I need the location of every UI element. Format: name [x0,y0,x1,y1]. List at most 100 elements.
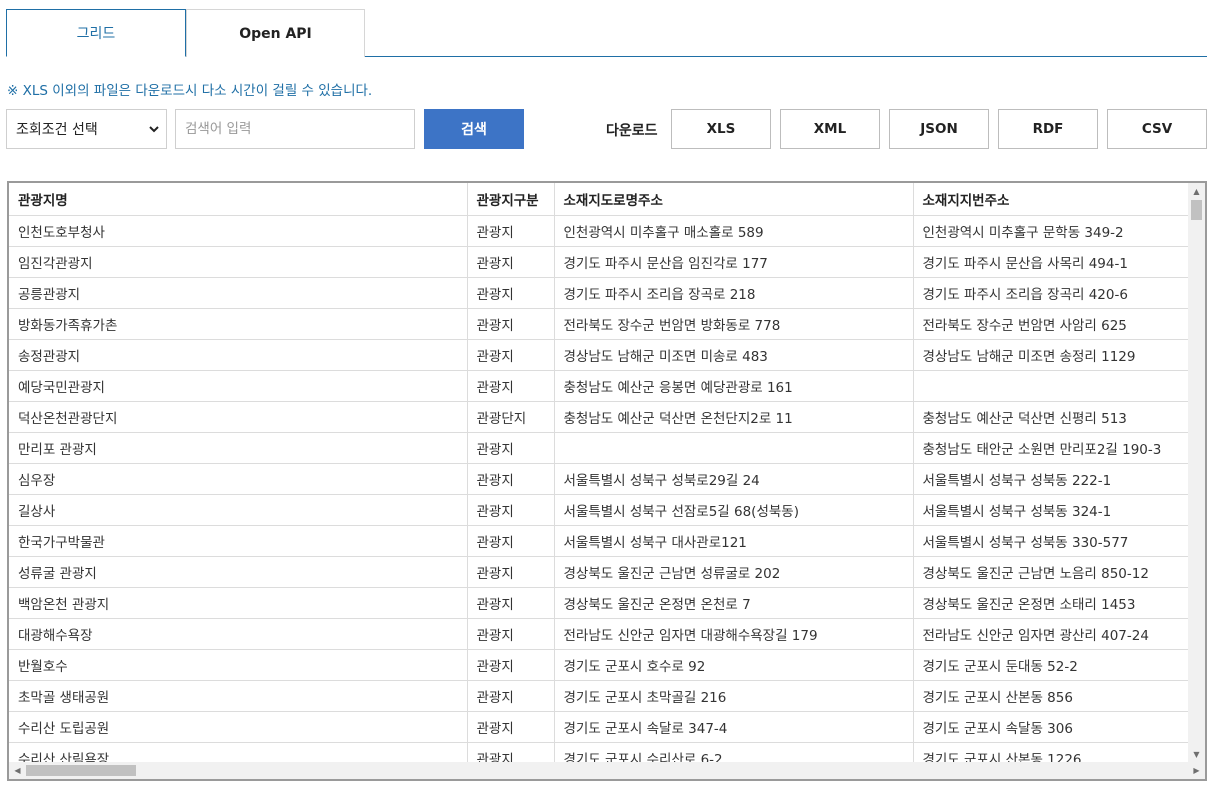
cell-type: 관광지 [467,339,555,371]
cell-name: 길상사 [9,494,468,526]
cell-road-address: 경기도 파주시 조리읍 장곡로 218 [554,277,914,309]
tab-grid[interactable]: 그리드 [6,9,186,57]
cell-name: 임진각관광지 [9,246,468,278]
download-xls-button[interactable]: XLS [671,109,771,149]
column-header-road-address[interactable]: 소재지도로명주소 [554,183,914,216]
cell-road-address: 서울특별시 성북구 선잠로5길 68(성북동) [554,494,914,526]
cell-lot-address: 경기도 군포시 속달동 306 [913,711,1190,743]
cell-type: 관광지 [467,711,555,743]
horizontal-scroll-thumb[interactable] [26,765,136,776]
table-row[interactable]: 덕산온천관광단지 관광단지 충청남도 예산군 덕산면 온천단지2로 11 충청남도 예… [9,401,1190,433]
cell-lot-address: 경상북도 울진군 근남면 노음리 850-12 [913,556,1190,588]
table-row[interactable]: 성류굴 관광지 관광지 경상북도 울진군 근남면 성류굴로 202 경상북도 울진군 … [9,556,1190,588]
cell-lot-address: 전라북도 장수군 번암면 사암리 625 [913,308,1190,340]
scroll-left-icon[interactable]: ◀ [9,762,26,779]
cell-lot-address: 경기도 군포시 둔대동 52-2 [913,649,1190,681]
data-grid: 관광지명 관광지구분 소재지도로명주소 소재지지번주소 인천도호부청사 관광지 인천… [7,181,1207,781]
cell-type: 관광지 [467,618,555,650]
cell-type: 관광지 [467,432,555,464]
cell-road-address: 경기도 군포시 호수로 92 [554,649,914,681]
cell-type: 관광지 [467,556,555,588]
cell-road-address: 경상북도 울진군 온정면 온천로 7 [554,587,914,619]
cell-lot-address [913,370,1190,402]
cell-type: 관광지 [467,680,555,712]
cell-lot-address: 인천광역시 미추홀구 문학동 349-2 [913,215,1190,247]
table-row[interactable]: 송정관광지 관광지 경상남도 남해군 미조면 미송로 483 경상남도 남해군 미조면… [9,339,1190,371]
tab-open-api[interactable]: Open API [186,9,365,57]
column-header-name[interactable]: 관광지명 [9,183,468,216]
cell-lot-address: 경기도 군포시 산본동 856 [913,680,1190,712]
table-row[interactable]: 대광해수욕장 관광지 전라남도 신안군 임자면 대광해수욕장길 179 전라남도 신안… [9,618,1190,650]
cell-lot-address: 서울특별시 성북구 성북동 324-1 [913,494,1190,526]
cell-name: 만리포 관광지 [9,432,468,464]
table-row[interactable]: 예당국민관광지 관광지 충청남도 예산군 응봉면 예당관광로 161 [9,370,1190,402]
horizontal-scrollbar[interactable]: ◀ ▶ [9,762,1205,779]
cell-name: 송정관광지 [9,339,468,371]
table-row[interactable]: 만리포 관광지 관광지 충청남도 태안군 소원면 만리포2길 190-3 [9,432,1190,464]
table-row[interactable]: 수리산 도립공원 관광지 경기도 군포시 속달로 347-4 경기도 군포시 속달동 … [9,711,1190,743]
cell-name: 공릉관광지 [9,277,468,309]
scroll-right-icon[interactable]: ▶ [1188,762,1205,779]
cell-name: 수리산 도립공원 [9,711,468,743]
scroll-up-icon[interactable]: ▲ [1188,183,1205,200]
table-row[interactable]: 백암온천 관광지 관광지 경상북도 울진군 온정면 온천로 7 경상북도 울진군 온정… [9,587,1190,619]
cell-type: 관광지 [467,494,555,526]
cell-type: 관광지 [467,370,555,402]
table-body: 인천도호부청사 관광지 인천광역시 미추홀구 매소홀로 589 인천광역시 미추홀구 … [9,215,1190,774]
cell-name: 인천도호부청사 [9,215,468,247]
cell-type: 관광지 [467,649,555,681]
column-header-type[interactable]: 관광지구분 [467,183,555,216]
search-input[interactable] [175,109,415,149]
download-rdf-button[interactable]: RDF [998,109,1098,149]
cell-road-address: 경상남도 남해군 미조면 미송로 483 [554,339,914,371]
cell-lot-address: 서울특별시 성북구 성북동 222-1 [913,463,1190,495]
cell-name: 초막골 생태공원 [9,680,468,712]
cell-road-address: 서울특별시 성북구 성북로29길 24 [554,463,914,495]
cell-type: 관광지 [467,246,555,278]
cell-lot-address: 충청남도 태안군 소원면 만리포2길 190-3 [913,432,1190,464]
download-notice: ※ XLS 이외의 파일은 다운로드시 다소 시간이 걸릴 수 있습니다. [7,83,373,99]
table-row[interactable]: 공릉관광지 관광지 경기도 파주시 조리읍 장곡로 218 경기도 파주시 조리읍 장… [9,277,1190,309]
cell-lot-address: 경상남도 남해군 미조면 송정리 1129 [913,339,1190,371]
scroll-down-icon[interactable]: ▼ [1188,746,1205,763]
table-row[interactable]: 심우장 관광지 서울특별시 성북구 성북로29길 24 서울특별시 성북구 성북동 2… [9,463,1190,495]
download-csv-button[interactable]: CSV [1107,109,1207,149]
cell-name: 성류굴 관광지 [9,556,468,588]
cell-road-address: 충청남도 예산군 응봉면 예당관광로 161 [554,370,914,402]
cell-lot-address: 경기도 파주시 조리읍 장곡리 420-6 [913,277,1190,309]
table-row[interactable]: 길상사 관광지 서울특별시 성북구 선잠로5길 68(성북동) 서울특별시 성북구 성… [9,494,1190,526]
cell-type: 관광지 [467,587,555,619]
cell-road-address [554,432,914,464]
vertical-scroll-thumb[interactable] [1191,200,1202,220]
cell-lot-address: 경상북도 울진군 온정면 소태리 1453 [913,587,1190,619]
table-row[interactable]: 임진각관광지 관광지 경기도 파주시 문산읍 임진각로 177 경기도 파주시 문산읍… [9,246,1190,278]
cell-road-address: 전라북도 장수군 번암면 방화동로 778 [554,308,914,340]
cell-lot-address: 전라남도 신안군 임자면 광산리 407-24 [913,618,1190,650]
cell-road-address: 전라남도 신안군 임자면 대광해수욕장길 179 [554,618,914,650]
cell-lot-address: 충청남도 예산군 덕산면 신평리 513 [913,401,1190,433]
cell-road-address: 충청남도 예산군 덕산면 온천단지2로 11 [554,401,914,433]
table-row[interactable]: 방화동가족휴가촌 관광지 전라북도 장수군 번암면 방화동로 778 전라북도 장수군… [9,308,1190,340]
cell-type: 관광단지 [467,401,555,433]
cell-lot-address: 서울특별시 성북구 성북동 330-577 [913,525,1190,557]
table-row[interactable]: 인천도호부청사 관광지 인천광역시 미추홀구 매소홀로 589 인천광역시 미추홀구 … [9,215,1190,247]
cell-lot-address: 경기도 파주시 문산읍 사목리 494-1 [913,246,1190,278]
table-row[interactable]: 초막골 생태공원 관광지 경기도 군포시 초막골길 216 경기도 군포시 산본동 8… [9,680,1190,712]
download-json-button[interactable]: JSON [889,109,989,149]
search-button[interactable]: 검색 [424,109,524,149]
cell-type: 관광지 [467,463,555,495]
vertical-scrollbar[interactable]: ▲ ▼ [1188,183,1205,763]
cell-road-address: 경상북도 울진군 근남면 성류굴로 202 [554,556,914,588]
search-condition-select[interactable]: 조회조건 선택 [6,109,167,149]
table-row[interactable]: 한국가구박물관 관광지 서울특별시 성북구 대사관로121 서울특별시 성북구 성북동… [9,525,1190,557]
cell-road-address: 인천광역시 미추홀구 매소홀로 589 [554,215,914,247]
cell-type: 관광지 [467,308,555,340]
cell-type: 관광지 [467,525,555,557]
cell-name: 덕산온천관광단지 [9,401,468,433]
download-xml-button[interactable]: XML [780,109,880,149]
cell-type: 관광지 [467,215,555,247]
table-row[interactable]: 반월호수 관광지 경기도 군포시 호수로 92 경기도 군포시 둔대동 52-2 [9,649,1190,681]
cell-road-address: 경기도 군포시 초막골길 216 [554,680,914,712]
column-header-lot-address[interactable]: 소재지지번주소 [913,183,1190,216]
cell-name: 반월호수 [9,649,468,681]
